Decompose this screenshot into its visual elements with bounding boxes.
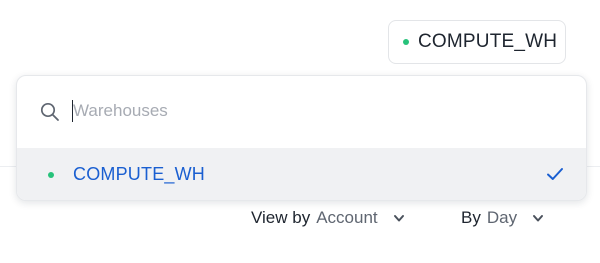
search-row	[17, 76, 586, 148]
chevron-down-icon	[533, 215, 544, 222]
warehouse-selector-label: COMPUTE_WH	[418, 31, 558, 52]
warehouse-option[interactable]: COMPUTE_WH	[17, 148, 586, 200]
period-prefix: By	[461, 208, 481, 227]
search-icon	[40, 102, 59, 121]
view-by-prefix: View by	[251, 208, 311, 227]
view-by-dropdown[interactable]: View by Account	[251, 206, 406, 230]
check-icon	[547, 168, 563, 180]
text-cursor	[72, 100, 73, 122]
view-by-value: Account	[316, 208, 378, 227]
chevron-down-icon	[393, 215, 404, 222]
warehouse-selector-button[interactable]: COMPUTE_WH	[388, 20, 566, 64]
period-dropdown[interactable]: By Day	[461, 206, 545, 230]
warehouse-option-label: COMPUTE_WH	[73, 164, 205, 184]
warehouse-dropdown: COMPUTE_WH	[16, 75, 587, 201]
status-dot	[48, 171, 54, 178]
status-dot	[403, 39, 409, 45]
warehouse-search-input[interactable]	[71, 97, 553, 125]
period-value: Day	[486, 208, 518, 227]
